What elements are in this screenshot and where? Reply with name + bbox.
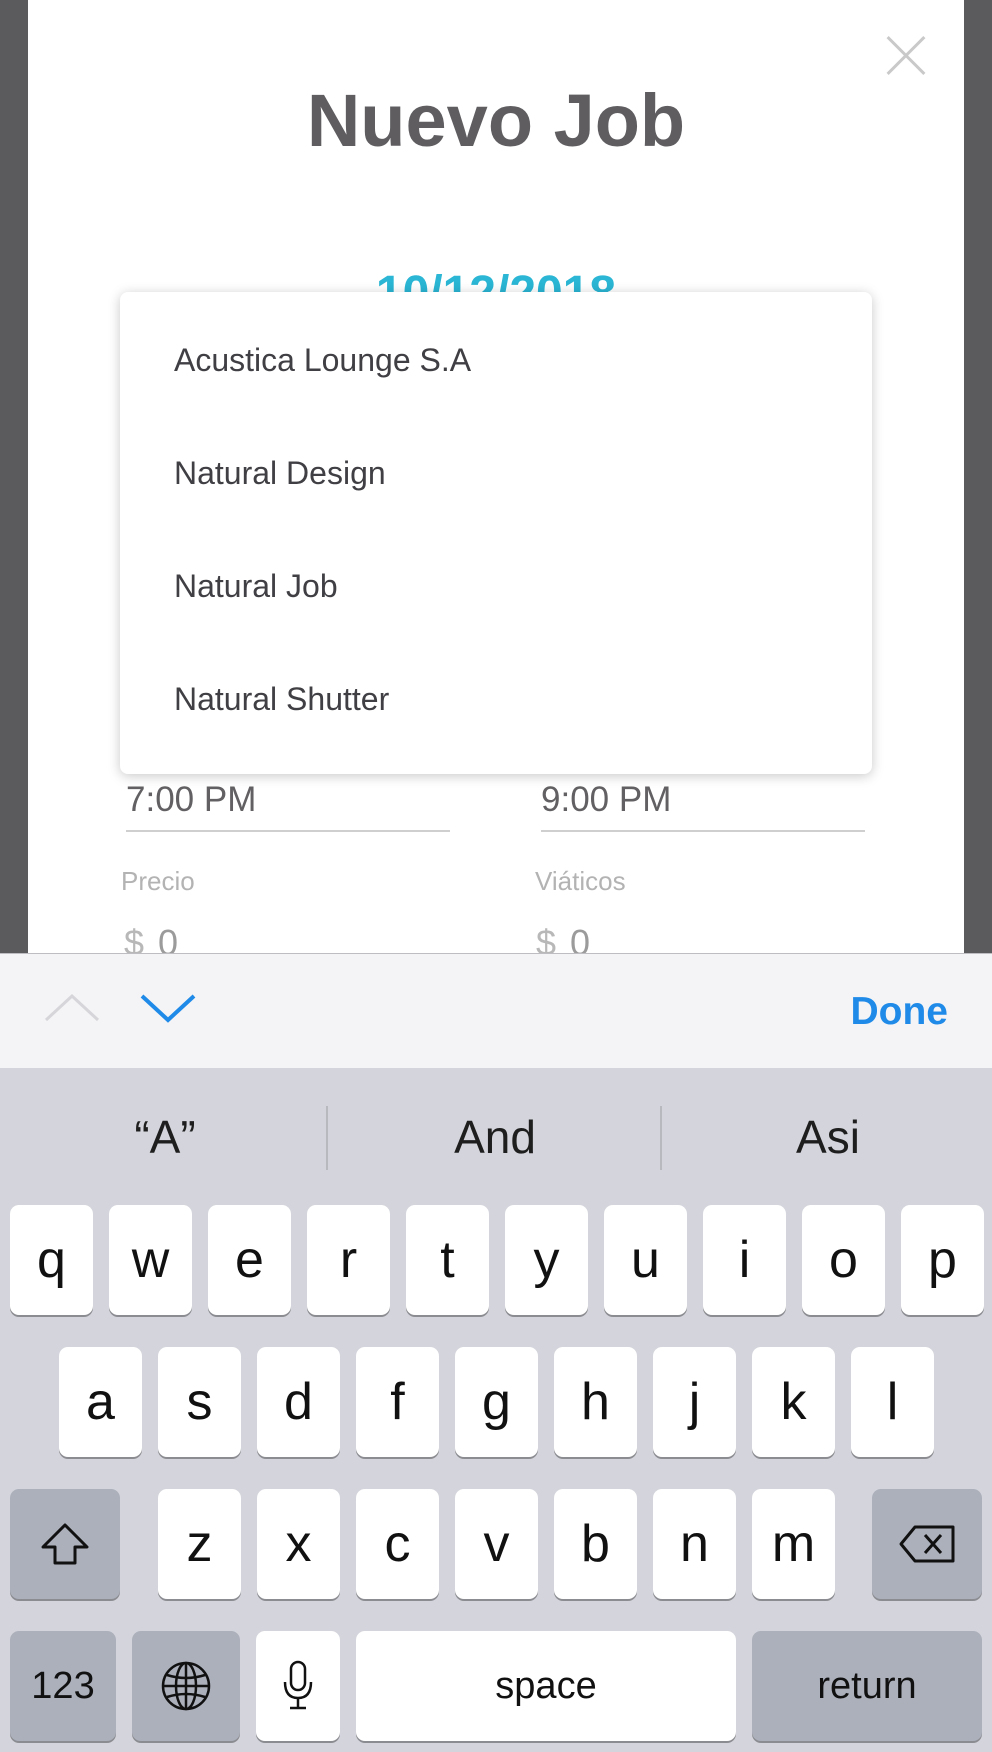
globe-icon	[161, 1661, 211, 1711]
key-m[interactable]: m	[752, 1489, 835, 1599]
dropdown-item-natural-job[interactable]: Natural Job	[120, 518, 872, 631]
shift-key[interactable]	[10, 1489, 120, 1599]
start-time-value: 7:00 PM	[126, 780, 257, 819]
key-a[interactable]: a	[59, 1347, 142, 1457]
suggestion-3[interactable]: Asi	[668, 1110, 988, 1164]
key-s[interactable]: s	[158, 1347, 241, 1457]
viaticos-label: Viáticos	[535, 866, 626, 896]
chevron-up-icon[interactable]	[42, 984, 102, 1034]
delete-key[interactable]	[872, 1489, 982, 1599]
suggestion-divider	[660, 1106, 662, 1170]
key-f[interactable]: f	[356, 1347, 439, 1457]
key-z[interactable]: z	[158, 1489, 241, 1599]
price-label: Precio	[121, 866, 195, 896]
key-x[interactable]: x	[257, 1489, 340, 1599]
numbers-key[interactable]: 123	[10, 1631, 116, 1741]
space-key[interactable]: space	[356, 1631, 736, 1741]
dropdown-item-natural-design[interactable]: Natural Design	[120, 405, 872, 518]
key-q[interactable]: q	[10, 1205, 93, 1315]
backspace-icon	[899, 1525, 955, 1563]
globe-key[interactable]	[132, 1631, 240, 1741]
dictation-key[interactable]	[256, 1631, 340, 1741]
key-n[interactable]: n	[653, 1489, 736, 1599]
key-r[interactable]: r	[307, 1205, 390, 1315]
suggestion-divider	[326, 1106, 328, 1170]
keyboard: “A” And Asi q w e r t y u i o p a s d f …	[0, 1068, 992, 1752]
microphone-icon	[283, 1660, 313, 1710]
suggestion-2[interactable]: And	[335, 1110, 655, 1164]
key-v[interactable]: v	[455, 1489, 538, 1599]
key-c[interactable]: c	[356, 1489, 439, 1599]
key-p[interactable]: p	[901, 1205, 984, 1315]
client-autocomplete-dropdown: Acustica Lounge S.A Natural Design Natur…	[120, 292, 872, 774]
done-button[interactable]: Done	[851, 990, 949, 1034]
key-i[interactable]: i	[703, 1205, 786, 1315]
end-time-field[interactable]: 9:00 PM	[541, 780, 865, 832]
key-l[interactable]: l	[851, 1347, 934, 1457]
dropdown-item-acustica-lounge[interactable]: Acustica Lounge S.A	[120, 292, 872, 405]
dropdown-item-natural-shutter[interactable]: Natural Shutter	[120, 631, 872, 744]
end-time-value: 9:00 PM	[541, 780, 672, 819]
key-y[interactable]: y	[505, 1205, 588, 1315]
keyboard-toolbar: Done	[0, 953, 992, 1068]
key-w[interactable]: w	[109, 1205, 192, 1315]
start-time-field[interactable]: 7:00 PM	[126, 780, 450, 832]
key-k[interactable]: k	[752, 1347, 835, 1457]
shift-icon	[41, 1523, 89, 1565]
key-g[interactable]: g	[455, 1347, 538, 1457]
key-u[interactable]: u	[604, 1205, 687, 1315]
page-title: Nuevo Job	[306, 79, 686, 162]
key-o[interactable]: o	[802, 1205, 885, 1315]
close-icon[interactable]	[876, 28, 932, 84]
key-j[interactable]: j	[653, 1347, 736, 1457]
key-h[interactable]: h	[554, 1347, 637, 1457]
return-key[interactable]: return	[752, 1631, 982, 1741]
key-d[interactable]: d	[257, 1347, 340, 1457]
key-e[interactable]: e	[208, 1205, 291, 1315]
key-b[interactable]: b	[554, 1489, 637, 1599]
suggestion-1[interactable]: “A”	[5, 1110, 325, 1164]
chevron-down-icon[interactable]	[138, 984, 198, 1034]
key-t[interactable]: t	[406, 1205, 489, 1315]
